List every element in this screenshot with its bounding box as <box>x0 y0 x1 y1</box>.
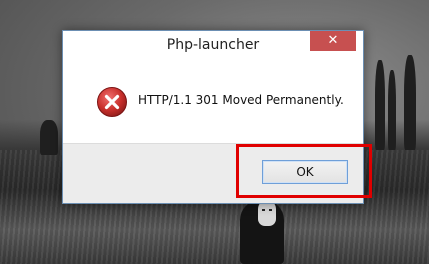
close-icon: ✕ <box>327 33 339 48</box>
tree <box>40 120 58 155</box>
dialog-content: HTTP/1.1 301 Moved Permanently. <box>63 60 363 143</box>
tree <box>375 60 385 150</box>
error-icon <box>97 87 127 117</box>
highlight-box <box>236 144 372 198</box>
error-message: HTTP/1.1 301 Moved Permanently. <box>138 93 344 107</box>
close-button[interactable]: ✕ <box>310 31 356 51</box>
title-bar[interactable]: Php-launcher ✕ <box>63 31 363 60</box>
tree <box>404 55 416 150</box>
tree <box>388 70 396 150</box>
